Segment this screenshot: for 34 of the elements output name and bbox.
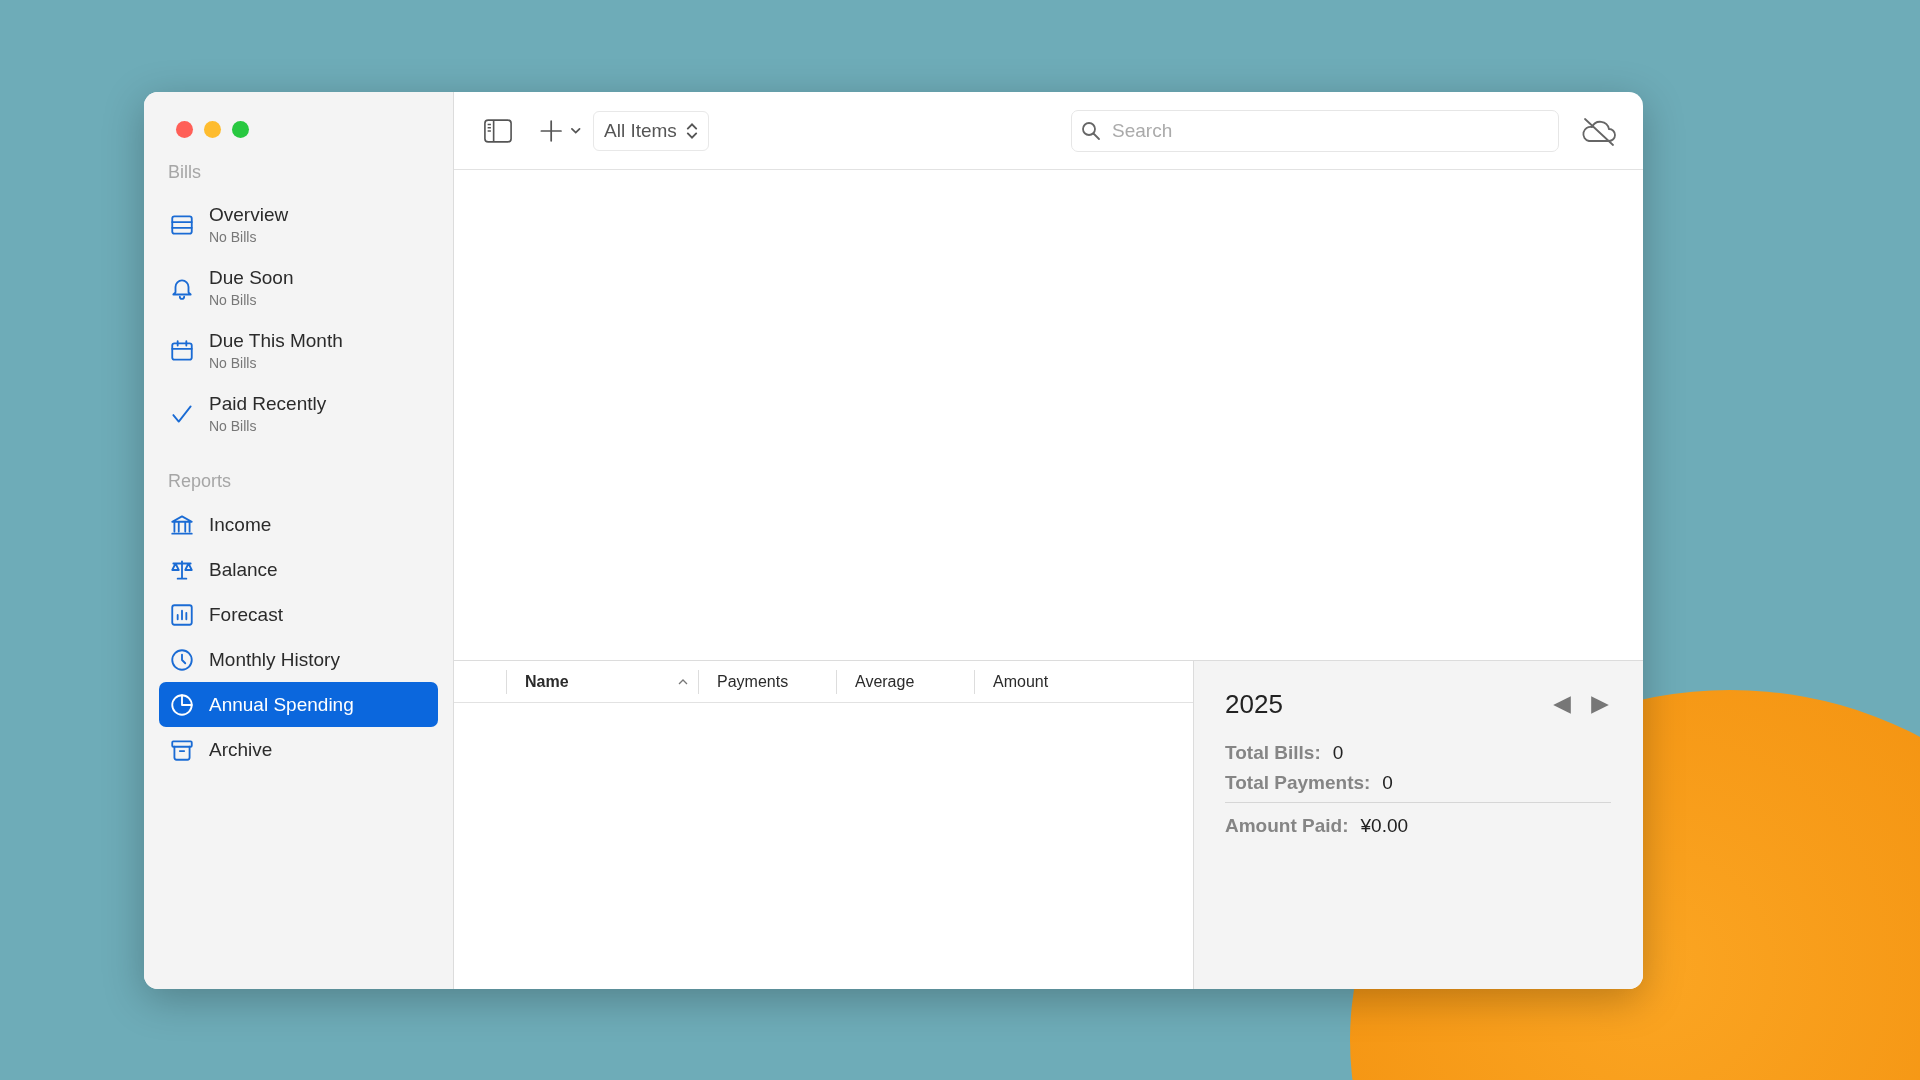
stat-value: 0 <box>1332 742 1344 764</box>
stat-label: Total Payments: <box>1225 772 1371 794</box>
column-header[interactable]: Average <box>837 661 975 702</box>
sidebar-item[interactable]: Forecast <box>159 592 438 637</box>
sort-caret-icon <box>677 677 689 686</box>
sidebar-item[interactable]: Due This Month No Bills <box>159 319 438 382</box>
previous-icon[interactable] <box>1551 693 1573 716</box>
stat-label: Total Bills: <box>1225 742 1321 764</box>
filter-popup-button[interactable]: All Items <box>593 110 709 151</box>
column-header[interactable]: Payments <box>699 661 837 702</box>
window-control[interactable] <box>176 121 193 138</box>
sidebar-item[interactable]: Monthly History <box>159 637 438 682</box>
chart-icon <box>169 601 195 628</box>
sidebar-item[interactable]: Paid Recently No Bills <box>159 382 438 445</box>
pie-chart-icon <box>169 691 195 718</box>
column-header[interactable]: Name <box>507 661 699 702</box>
year-label: 2025 <box>1225 689 1283 720</box>
sidebar-item[interactable]: Annual Spending <box>159 682 438 727</box>
section-header: Bills <box>167 161 202 184</box>
sidebar-item[interactable]: Overview No Bills <box>159 193 438 256</box>
sidebar-item[interactable]: Archive <box>159 727 438 772</box>
stat-value: 0 <box>1382 772 1393 794</box>
calendar-icon <box>169 337 195 364</box>
section-header: Reports <box>167 470 233 493</box>
sidebar-item[interactable]: Income <box>159 502 438 547</box>
sidebar-toggle-icon[interactable] <box>483 118 513 143</box>
stat-label: Amount Paid: <box>1225 815 1349 837</box>
next-icon[interactable] <box>1589 693 1611 716</box>
column-header[interactable]: Amount <box>975 661 1135 702</box>
sidebar-item[interactable]: Due Soon No Bills <box>159 256 438 319</box>
search-field[interactable]: Search <box>1071 109 1559 152</box>
sidebar-item[interactable]: Balance <box>159 547 438 592</box>
stat-value: ¥0.00 <box>1360 815 1409 837</box>
clock-icon <box>169 646 195 673</box>
